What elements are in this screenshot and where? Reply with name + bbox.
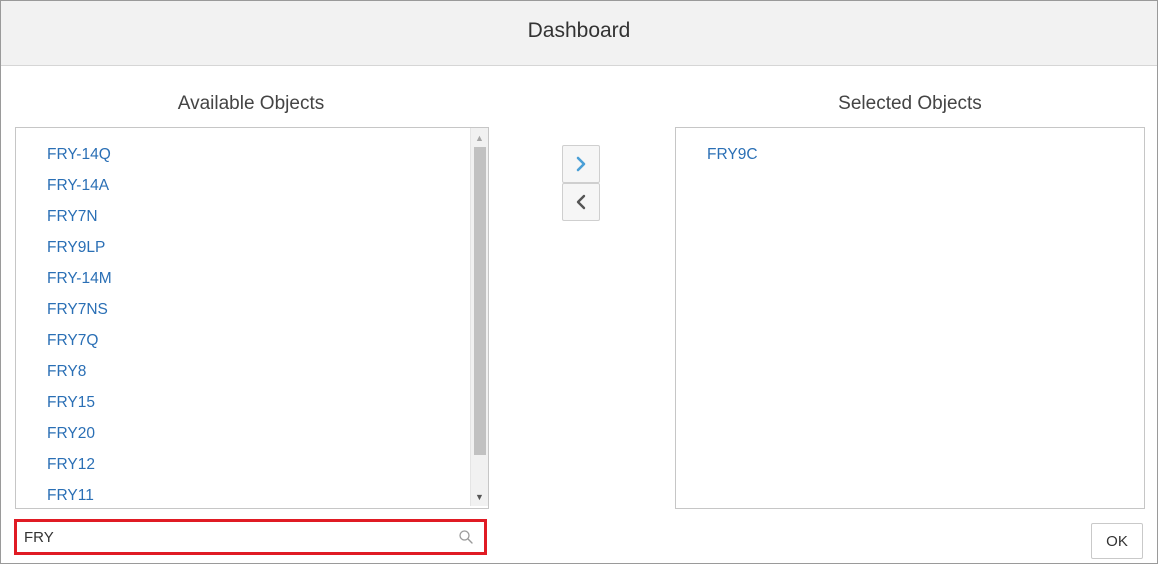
list-item[interactable]: FRY7N bbox=[47, 208, 98, 226]
search-input[interactable] bbox=[24, 522, 444, 552]
list-item[interactable]: FRY7Q bbox=[47, 332, 98, 350]
available-objects-heading: Available Objects bbox=[177, 93, 325, 114]
move-left-button[interactable] bbox=[562, 183, 600, 221]
dialog-title: Dashboard bbox=[527, 19, 631, 42]
list-item[interactable]: FRY-14A bbox=[47, 177, 109, 195]
list-item[interactable]: FRY7NS bbox=[47, 301, 108, 319]
dialog-titlebar: Dashboard bbox=[1, 1, 1157, 66]
list-item[interactable]: FRY-14Q bbox=[47, 146, 111, 164]
search-icon[interactable] bbox=[458, 529, 474, 545]
chevron-right-icon bbox=[576, 156, 586, 172]
list-item[interactable]: FRY11 bbox=[47, 487, 94, 505]
scroll-up-arrow-icon[interactable]: ▲ bbox=[471, 129, 488, 146]
list-item[interactable]: FRY15 bbox=[47, 394, 95, 412]
list-item[interactable]: FRY9C bbox=[707, 146, 758, 164]
search-field[interactable] bbox=[14, 519, 487, 555]
list-item[interactable]: FRY9LP bbox=[47, 239, 105, 257]
available-list-scrollbar[interactable]: ▲ ▼ bbox=[470, 128, 488, 506]
move-right-button[interactable] bbox=[562, 145, 600, 183]
chevron-left-icon bbox=[576, 194, 586, 210]
selected-objects-list[interactable]: FRY9C bbox=[675, 127, 1145, 509]
list-item[interactable]: FRY20 bbox=[47, 425, 95, 443]
list-item[interactable]: FRY8 bbox=[47, 363, 86, 381]
selected-objects-heading: Selected Objects bbox=[838, 93, 982, 114]
dashboard-dialog: Dashboard Available Objects FRY-14Q FRY-… bbox=[0, 0, 1158, 564]
list-item[interactable]: FRY-14M bbox=[47, 270, 112, 288]
scroll-down-arrow-icon[interactable]: ▼ bbox=[471, 488, 488, 505]
available-objects-list[interactable]: FRY-14Q FRY-14A FRY7N FRY9LP FRY-14M FRY… bbox=[15, 127, 489, 509]
list-item[interactable]: FRY12 bbox=[47, 456, 95, 474]
scrollbar-thumb[interactable] bbox=[474, 147, 486, 455]
ok-button[interactable]: OK bbox=[1091, 523, 1143, 559]
